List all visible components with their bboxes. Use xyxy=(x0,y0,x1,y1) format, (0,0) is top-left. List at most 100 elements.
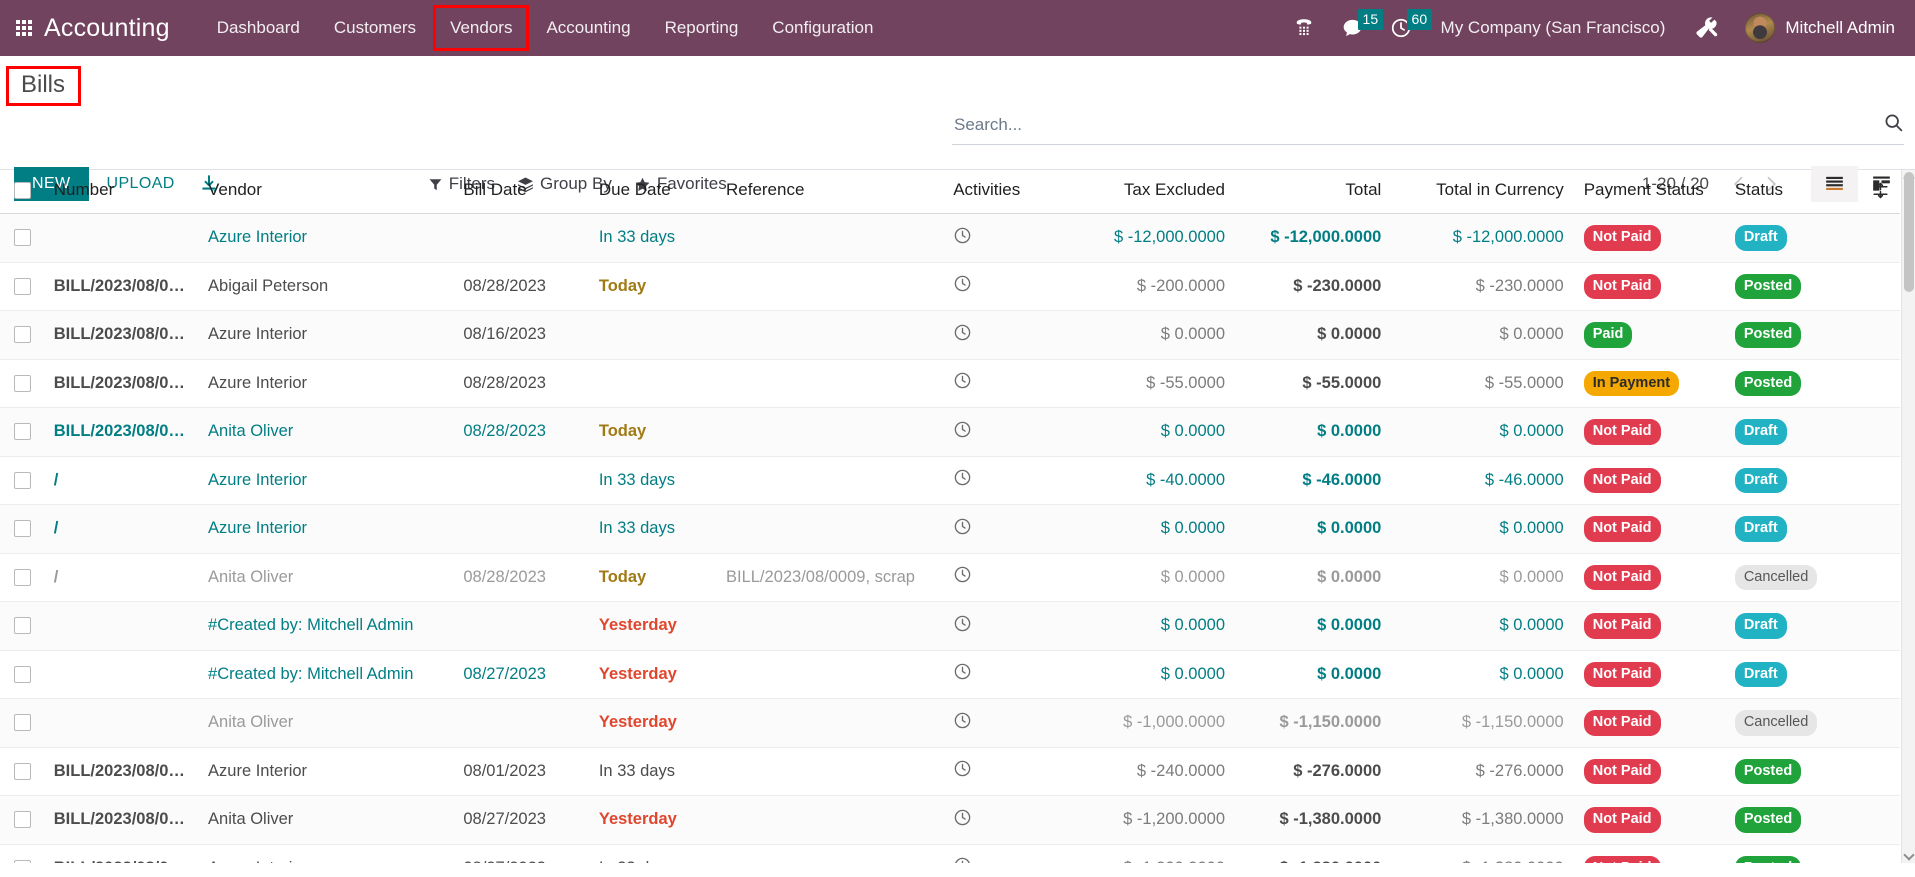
cell-activities[interactable] xyxy=(943,359,1043,408)
cell-bill-date[interactable] xyxy=(453,698,589,748)
cell-total[interactable]: $ 0.0000 xyxy=(1235,407,1392,457)
cell-total-in-currency[interactable]: $ -55.0000 xyxy=(1391,359,1574,408)
cell-number[interactable] xyxy=(43,698,199,748)
cell-vendor[interactable]: Anita Oliver xyxy=(198,553,454,602)
cell-vendor[interactable]: Azure Interior xyxy=(198,747,454,796)
cell-activities[interactable] xyxy=(943,262,1043,311)
activity-clock-icon[interactable] xyxy=(953,614,972,638)
row-checkbox[interactable] xyxy=(14,277,31,295)
app-brand-accounting[interactable]: Accounting xyxy=(44,14,170,43)
cell-activities[interactable] xyxy=(943,456,1043,505)
cell-number[interactable]: / xyxy=(43,456,199,505)
cell-vendor[interactable]: #Created by: Mitchell Admin xyxy=(198,650,454,699)
cell-status[interactable]: Posted xyxy=(1724,844,1850,863)
scrollbar-thumb[interactable] xyxy=(1904,172,1914,292)
cell-bill-date[interactable] xyxy=(453,601,589,651)
user-menu[interactable]: Mitchell Admin xyxy=(1731,13,1901,43)
cell-total[interactable]: $ -276.0000 xyxy=(1235,747,1392,796)
row-checkbox[interactable] xyxy=(14,471,31,489)
activity-clock-icon[interactable] xyxy=(953,517,972,541)
cell-bill-date[interactable]: 08/01/2023 xyxy=(453,747,589,796)
cell-reference[interactable] xyxy=(715,504,944,554)
column-header-payment-status[interactable]: Payment Status xyxy=(1573,170,1725,214)
cell-reference[interactable] xyxy=(715,650,944,699)
column-header-reference[interactable]: Reference xyxy=(715,170,944,214)
cell-activities[interactable] xyxy=(943,650,1043,699)
cell-bill-date[interactable]: 08/27/2023 xyxy=(453,795,589,845)
cell-due-date[interactable]: Today xyxy=(588,553,716,602)
nav-item-dashboard[interactable]: Dashboard xyxy=(200,0,317,56)
column-settings-icon[interactable] xyxy=(1860,181,1890,200)
cell-activities[interactable] xyxy=(943,601,1043,651)
cell-tax-excluded[interactable]: $ 0.0000 xyxy=(1042,504,1235,554)
cell-payment-status[interactable]: Not Paid xyxy=(1573,747,1725,796)
cell-payment-status[interactable]: Not Paid xyxy=(1573,213,1725,263)
tools-icon[interactable] xyxy=(1681,0,1731,56)
cell-payment-status[interactable]: Paid xyxy=(1573,310,1725,360)
cell-tax-excluded[interactable]: $ 0.0000 xyxy=(1042,310,1235,360)
row-checkbox[interactable] xyxy=(14,714,31,732)
activity-clock-icon[interactable] xyxy=(953,226,972,250)
cell-payment-status[interactable]: Not Paid xyxy=(1573,650,1725,699)
row-checkbox[interactable] xyxy=(14,568,31,586)
search-input[interactable] xyxy=(952,115,1875,135)
cell-reference[interactable] xyxy=(715,844,944,863)
column-header-tax-excluded[interactable]: Tax Excluded xyxy=(1042,170,1235,214)
cell-total-in-currency[interactable]: $ 0.0000 xyxy=(1391,650,1574,699)
activity-clock-icon[interactable] xyxy=(953,565,972,589)
cell-total-in-currency[interactable]: $ -230.0000 xyxy=(1391,262,1574,311)
cell-vendor[interactable]: Azure Interior xyxy=(198,844,454,863)
cell-reference[interactable] xyxy=(715,698,944,748)
cell-bill-date[interactable]: 08/28/2023 xyxy=(453,553,589,602)
table-row[interactable]: BILL/2023/08/0009 Anita Oliver 08/28/2023 T… xyxy=(0,407,1900,457)
cell-bill-date[interactable]: 08/28/2023 xyxy=(453,407,589,457)
cell-due-date[interactable]: Yesterday xyxy=(588,795,716,845)
row-checkbox[interactable] xyxy=(14,665,31,683)
table-row[interactable]: / Azure Interior In 33 days $ 0.0000 $ 0.000… xyxy=(0,504,1900,554)
cell-payment-status[interactable]: Not Paid xyxy=(1573,262,1725,311)
cell-total[interactable]: $ -1,150.0000 xyxy=(1235,698,1392,748)
table-row[interactable]: BILL/2023/08/0008 Azure Interior 08/01/202… xyxy=(0,747,1900,796)
table-row[interactable]: BILL/2023/08/0007 Anita Oliver 08/27/2023 Y… xyxy=(0,795,1900,845)
cell-total[interactable]: $ -55.0000 xyxy=(1235,359,1392,408)
cell-tax-excluded[interactable]: $ -55.0000 xyxy=(1042,359,1235,408)
cell-vendor[interactable]: #Created by: Mitchell Admin xyxy=(198,601,454,651)
scroll-down-arrow-icon[interactable] xyxy=(1903,849,1915,861)
row-checkbox[interactable] xyxy=(14,229,31,247)
nav-item-reporting[interactable]: Reporting xyxy=(648,0,756,56)
activity-clock-icon[interactable] xyxy=(953,371,972,395)
cell-number[interactable]: BILL/2023/08/0008 xyxy=(43,747,199,796)
apps-grid-icon[interactable] xyxy=(16,20,32,36)
cell-total-in-currency[interactable]: $ -1,150.0000 xyxy=(1391,698,1574,748)
cell-due-date[interactable] xyxy=(588,359,716,408)
cell-total[interactable]: $ 0.0000 xyxy=(1235,310,1392,360)
table-row[interactable]: BILL/2023/08/0006Azure Interior08/27/202… xyxy=(0,844,1900,863)
cell-total[interactable]: $ -46.0000 xyxy=(1235,456,1392,505)
cell-total-in-currency[interactable]: $ 0.0000 xyxy=(1391,310,1574,360)
cell-due-date[interactable]: In 33 days xyxy=(588,213,716,263)
cell-status[interactable]: Cancelled xyxy=(1724,698,1850,748)
cell-payment-status[interactable]: Not Paid xyxy=(1573,601,1725,651)
table-row[interactable]: / Azure Interior In 33 days $ -40.0000 $ -46… xyxy=(0,456,1900,505)
cell-total[interactable]: $ -1,380.0000 xyxy=(1235,844,1392,863)
nav-item-vendors[interactable]: Vendors xyxy=(433,5,530,51)
table-row[interactable]: BILL/2023/08/0011 Azure Interior 08/16/202… xyxy=(0,310,1900,360)
row-checkbox[interactable] xyxy=(14,423,31,441)
activity-clock-icon[interactable] xyxy=(953,759,972,783)
cell-vendor[interactable]: Anita Oliver xyxy=(198,795,454,845)
table-row[interactable]: / Anita Oliver 08/28/2023 Today BILL/2023/08… xyxy=(0,553,1900,602)
row-checkbox[interactable] xyxy=(14,326,31,344)
column-header-total[interactable]: Total xyxy=(1235,170,1392,214)
cell-tax-excluded[interactable]: $ 0.0000 xyxy=(1042,650,1235,699)
cell-tax-excluded[interactable]: $ 0.0000 xyxy=(1042,601,1235,651)
cell-bill-date[interactable] xyxy=(453,504,589,554)
cell-number[interactable]: BILL/2023/08/0012 xyxy=(43,262,199,311)
cell-bill-date[interactable]: 08/28/2023 xyxy=(453,262,589,311)
activity-clock-icon[interactable] xyxy=(953,662,972,686)
cell-total[interactable]: $ -230.0000 xyxy=(1235,262,1392,311)
cell-reference[interactable] xyxy=(715,456,944,505)
cell-payment-status[interactable]: Not Paid xyxy=(1573,844,1725,863)
table-row[interactable]: BILL/2023/08/0012 Abigail Peterson 08/28/2… xyxy=(0,262,1900,311)
cell-total[interactable]: $ 0.0000 xyxy=(1235,553,1392,602)
cell-tax-excluded[interactable]: $ -12,000.0000 xyxy=(1042,213,1235,263)
